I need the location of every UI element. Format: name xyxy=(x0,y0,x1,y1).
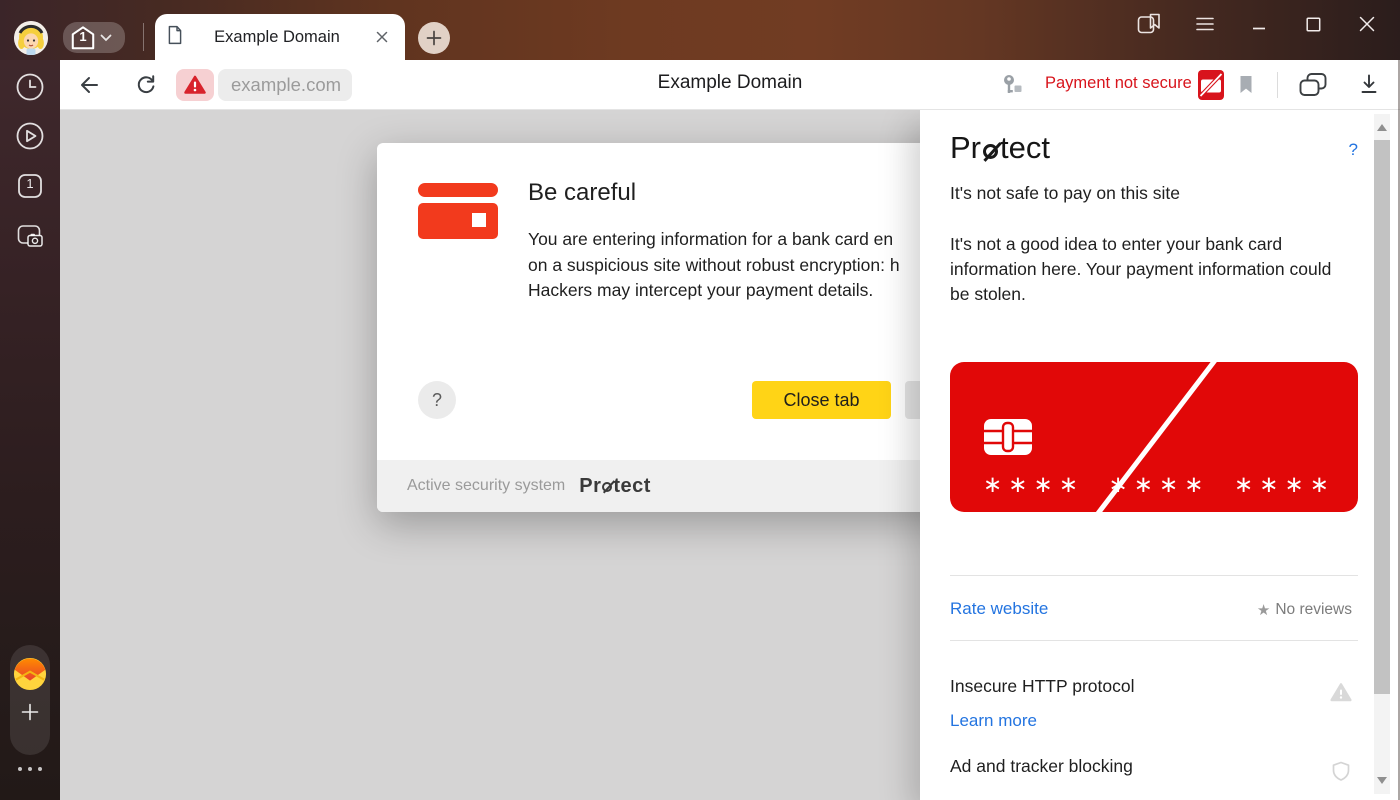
protect-logo-o-glyph xyxy=(983,144,998,159)
dialog-help-button[interactable]: ? xyxy=(418,381,456,419)
dialog-body-text: You are entering information for a bank … xyxy=(528,227,900,304)
tab-example-domain[interactable]: Example Domain xyxy=(155,14,405,60)
address-url-field[interactable]: example.com xyxy=(218,69,352,101)
card-slash-mark xyxy=(1081,341,1231,535)
menu-button[interactable] xyxy=(1192,11,1218,37)
panel-headline: It's not safe to pay on this site xyxy=(950,183,1180,204)
tab-group-selector[interactable]: 1 xyxy=(63,22,125,53)
new-tab-button[interactable] xyxy=(418,22,450,54)
bank-card-warning-icon xyxy=(418,183,498,239)
panel-scrollbar[interactable] xyxy=(1374,114,1390,794)
protect-panel: Prtect ? It's not safe to pay on this si… xyxy=(920,110,1400,800)
card-chip-icon xyxy=(983,418,1033,461)
scrollbar-thumb[interactable] xyxy=(1374,140,1390,694)
crossed-card-icon xyxy=(1198,70,1224,100)
panel-divider xyxy=(950,575,1358,576)
adblock-shield-icon xyxy=(1330,760,1352,787)
rate-website-link[interactable]: Rate website xyxy=(950,599,1048,619)
url-text: example.com xyxy=(231,74,341,96)
payment-not-secure-label[interactable]: Payment not secure xyxy=(1045,74,1192,93)
plus-icon xyxy=(21,703,39,721)
clock-icon xyxy=(15,72,45,102)
http-warning-icon xyxy=(1330,682,1352,707)
key-icon xyxy=(1001,73,1025,95)
pinned-apps-dock xyxy=(10,645,50,755)
close-icon xyxy=(1359,16,1375,32)
panels-bookmark-icon xyxy=(1136,12,1162,36)
payment-warning-badge[interactable] xyxy=(1198,70,1224,100)
tab-close-icon[interactable] xyxy=(371,26,393,48)
collections-button[interactable] xyxy=(1298,72,1328,98)
minimize-icon xyxy=(1252,17,1266,31)
tab-title: Example Domain xyxy=(183,28,371,47)
protect-logo: Prtect xyxy=(950,130,1050,166)
be-careful-dialog: Be careful You are entering information … xyxy=(377,143,977,512)
add-app-button[interactable] xyxy=(10,703,50,721)
dialog-footer: Active security system Prtect xyxy=(377,460,977,512)
tabstrip-divider xyxy=(143,23,144,51)
screenshot-button[interactable] xyxy=(0,222,60,250)
collections-icon xyxy=(1298,72,1328,98)
maximize-button[interactable] xyxy=(1300,11,1326,37)
avatar-girl-icon xyxy=(14,21,48,55)
back-arrow-icon xyxy=(77,73,101,97)
reload-icon xyxy=(134,73,158,97)
tabs-panel-button[interactable]: 1 xyxy=(0,171,60,201)
protect-logo-small: Prtect xyxy=(579,475,651,498)
back-button[interactable] xyxy=(77,73,101,97)
side-panel-toggle-button[interactable] xyxy=(1136,11,1162,37)
dot-icon xyxy=(28,767,32,771)
browser-window: 1 Example Domain xyxy=(0,0,1400,800)
reviews-status: ★ No reviews xyxy=(1257,601,1352,619)
learn-more-link[interactable]: Learn more xyxy=(950,711,1037,731)
star-icon: ★ xyxy=(1257,601,1270,619)
active-security-label: Active security system xyxy=(407,477,565,495)
password-manager-button[interactable] xyxy=(1001,73,1025,95)
warning-triangle-icon xyxy=(184,75,206,95)
close-window-button[interactable] xyxy=(1354,11,1380,37)
panel-divider xyxy=(950,640,1358,641)
blocked-bank-card-graphic: ∗∗∗∗ ∗∗∗∗ ∗∗∗∗ 7867 xyxy=(950,362,1358,512)
sidebar: 1 xyxy=(0,60,60,800)
tab-group-count: 1 xyxy=(70,29,96,44)
downloads-button[interactable] xyxy=(1358,73,1380,95)
address-toolbar: example.com Example Domain Payment not s… xyxy=(60,60,1400,110)
tab-strip: 1 Example Domain xyxy=(0,0,1400,60)
tab-group-shape: 1 xyxy=(70,25,96,51)
toolbar-separator xyxy=(1277,72,1278,98)
screenshot-camera-icon xyxy=(15,222,45,250)
scroll-up-arrow[interactable] xyxy=(1377,124,1387,131)
adblock-section-title: Ad and tracker blocking xyxy=(950,756,1133,777)
dialog-title: Be careful xyxy=(528,179,636,207)
masked-card-number: ∗∗∗∗ ∗∗∗∗ ∗∗∗∗ 7867 xyxy=(983,471,1330,498)
history-button[interactable] xyxy=(0,72,60,102)
reload-button[interactable] xyxy=(134,73,158,97)
hamburger-icon xyxy=(1196,17,1214,31)
maximize-icon xyxy=(1306,17,1321,32)
close-tab-button[interactable]: Close tab xyxy=(752,381,891,419)
download-icon xyxy=(1358,73,1380,95)
mail-app-button[interactable] xyxy=(13,657,47,691)
bookmark-page-button[interactable] xyxy=(1238,74,1254,95)
dot-icon xyxy=(18,767,22,771)
dot-icon xyxy=(38,767,42,771)
chevron-down-icon xyxy=(100,29,112,47)
page-document-icon xyxy=(167,25,183,50)
panel-help-link[interactable]: ? xyxy=(1349,140,1358,160)
protect-logo-o-glyph xyxy=(602,482,612,492)
user-avatar[interactable] xyxy=(14,21,48,55)
http-section-title: Insecure HTTP protocol xyxy=(950,676,1134,697)
minimize-button[interactable] xyxy=(1246,11,1272,37)
panel-description: It's not a good idea to enter your bank … xyxy=(950,232,1335,307)
mail-icon xyxy=(13,657,47,691)
no-reviews-label: No reviews xyxy=(1275,601,1352,619)
scroll-down-arrow[interactable] xyxy=(1377,777,1387,784)
plus-icon xyxy=(426,30,442,46)
site-warning-badge[interactable] xyxy=(176,69,214,101)
play-circle-icon xyxy=(15,121,45,151)
sidebar-more-button[interactable] xyxy=(0,767,60,771)
video-button[interactable] xyxy=(0,121,60,151)
bookmark-icon xyxy=(1238,74,1254,95)
sidebar-tabs-count: 1 xyxy=(15,176,45,191)
